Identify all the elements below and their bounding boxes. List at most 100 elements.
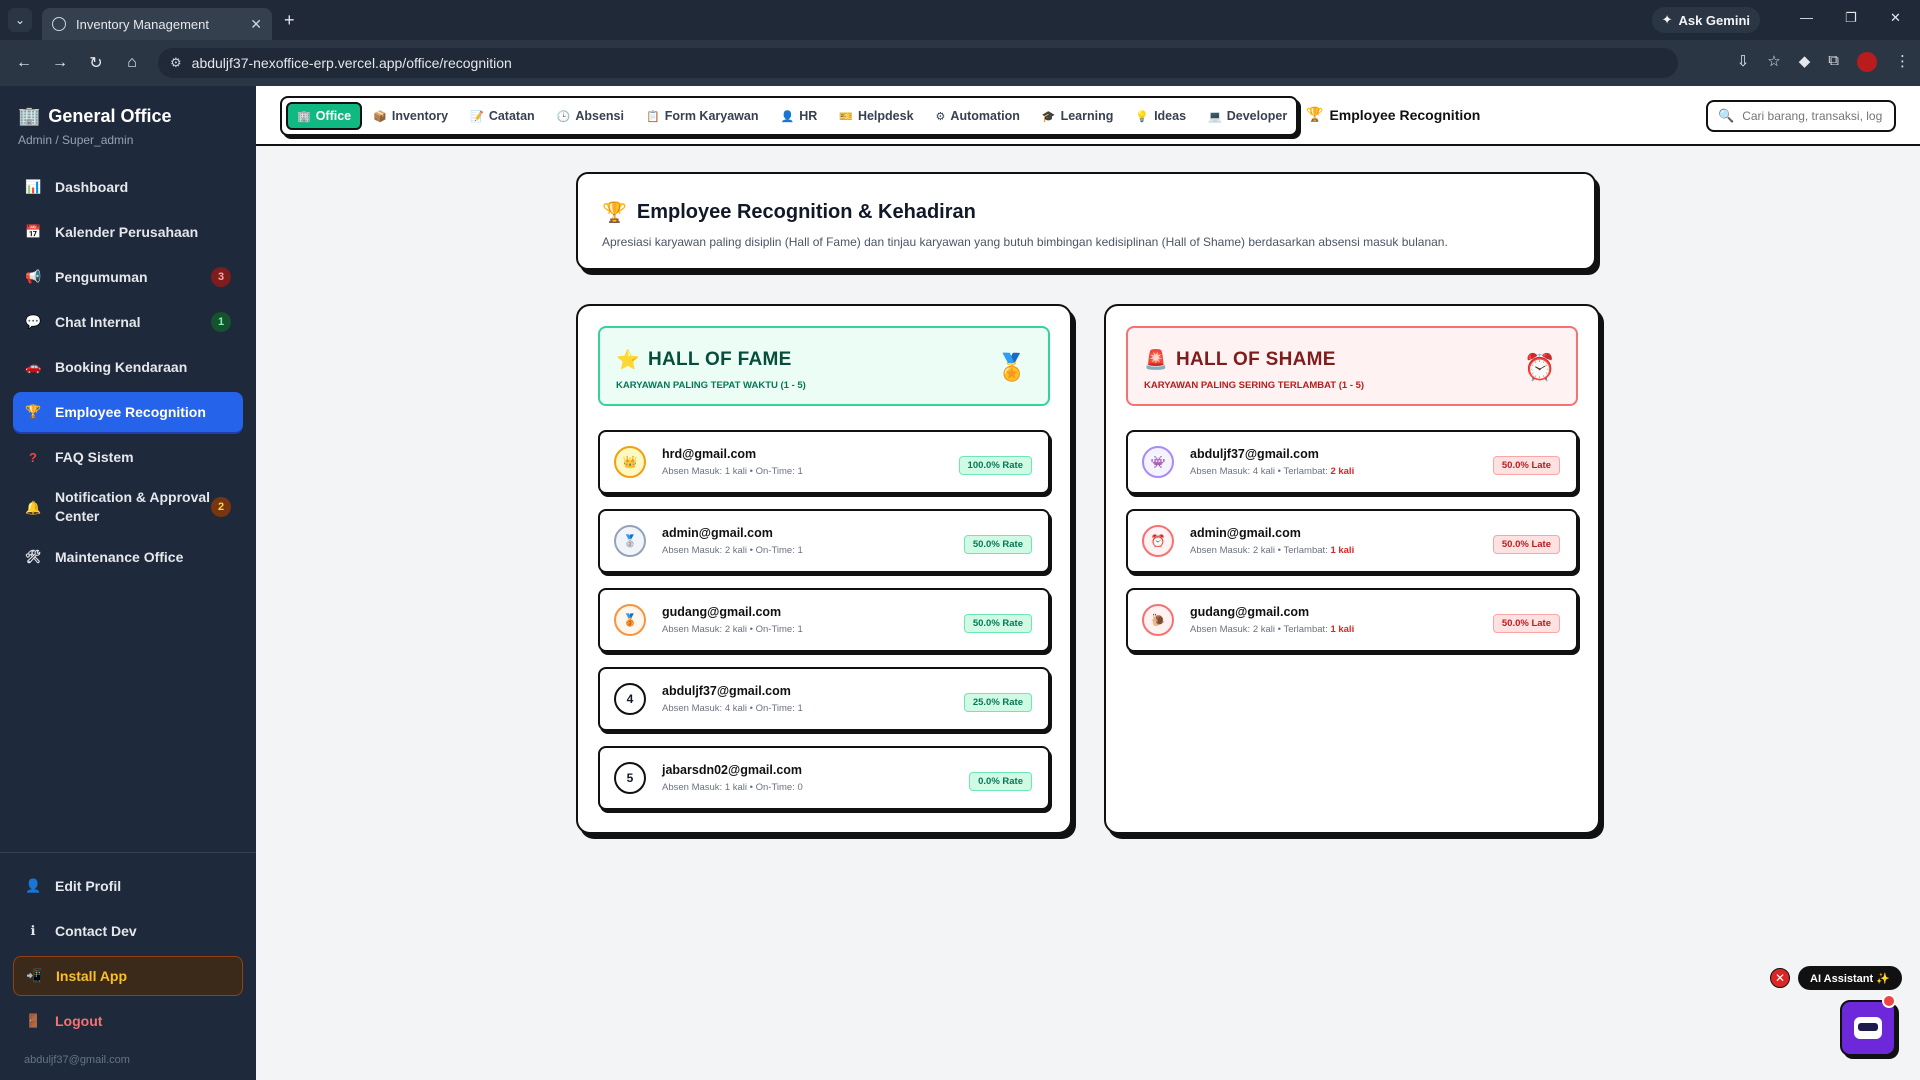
bookmark-star-icon[interactable]: ☆ <box>1767 52 1780 72</box>
ai-assistant-button[interactable] <box>1840 1000 1896 1056</box>
late-count: 1 kali <box>1330 545 1355 556</box>
sidebar-item-label: Pengumuman <box>55 269 148 285</box>
hall-of-fame-subtitle: KARYAWAN PALING TEPAT WAKTU (1 - 5) <box>616 380 806 391</box>
attendance-meta: Absen Masuk: 2 kali • On-Time: 1 <box>662 545 803 556</box>
install-app-button[interactable]: 📲 Install App <box>13 956 243 996</box>
employee-email: abduljf37@gmail.com <box>1190 447 1319 461</box>
sidebar-item-kalender[interactable]: 📅 Kalender Perusahaan <box>13 212 243 252</box>
list-item: 👑 hrd@gmail.com Absen Masuk: 1 kali • On-… <box>598 430 1050 494</box>
ai-assistant-label[interactable]: AI Assistant ✨ <box>1798 966 1902 990</box>
module-tab-hr[interactable]: 👤 HR <box>769 109 828 123</box>
tab-search-icon[interactable]: ⌄ <box>8 8 32 32</box>
alarm-clock-icon: ⏰ <box>1523 352 1556 382</box>
module-tab-developer[interactable]: 💻 Developer <box>1197 109 1298 123</box>
attendance-meta: Absen Masuk: 1 kali • On-Time: 1 <box>662 466 803 477</box>
page-header-card: 🏆 Employee Recognition & Kehadiran Apresi… <box>576 172 1596 270</box>
contact-dev-link[interactable]: ℹ Contact Dev <box>13 911 243 951</box>
sidebar-item-label: Notification & Approval Center <box>55 489 211 524</box>
close-tab-icon[interactable]: ✕ <box>250 16 262 33</box>
global-search[interactable]: 🔍 <box>1706 100 1896 132</box>
logout-label: Logout <box>55 1013 103 1029</box>
rate-badge: 25.0% Rate <box>963 693 1032 712</box>
new-tab-icon[interactable]: + <box>284 10 295 31</box>
clock-icon: 🕒 <box>556 110 571 123</box>
install-icon[interactable]: ⇩ <box>1737 52 1750 72</box>
minimize-icon[interactable]: — <box>1800 10 1813 25</box>
reload-icon[interactable]: ↻ <box>78 53 114 73</box>
module-label: Catatan <box>488 109 535 123</box>
silver-medal-icon: 🥈 <box>614 525 646 557</box>
home-icon[interactable]: ⌂ <box>114 54 150 72</box>
hall-of-fame-panel: ⭐ HALL OF FAME KARYAWAN PALING TEPAT WAKT… <box>576 304 1072 834</box>
code-icon: 💻 <box>1208 110 1222 123</box>
count-badge: 2 <box>211 497 231 517</box>
module-tab-learning[interactable]: 🎓 Learning <box>1031 109 1125 123</box>
forward-icon[interactable]: → <box>42 54 78 72</box>
extension-shield-icon[interactable]: ◆ <box>1799 52 1811 72</box>
globe-icon <box>52 17 66 31</box>
edit-profile-link[interactable]: 👤 Edit Profil <box>13 866 243 906</box>
sidebar-item-pengumuman[interactable]: 📢 Pengumuman 3 <box>13 257 243 297</box>
hall-of-shame-title: HALL OF SHAME <box>1175 349 1336 370</box>
hall-of-shame-header: 🚨 HALL OF SHAME KARYAWAN PALING SERING TE… <box>1126 326 1578 406</box>
contact-dev-label: Contact Dev <box>55 923 137 939</box>
gemini-icon: ✦ <box>1661 12 1673 27</box>
sidebar-item-faq[interactable]: ? FAQ Sistem <box>13 437 243 477</box>
robot-icon <box>1854 1017 1882 1039</box>
hall-of-fame-header: ⭐ HALL OF FAME KARYAWAN PALING TEPAT WAKT… <box>598 326 1050 406</box>
sidebar-item-chat[interactable]: 💬 Chat Internal 1 <box>13 302 243 342</box>
tab-title: Inventory Management <box>76 16 209 32</box>
close-assistant-icon[interactable]: ✕ <box>1770 968 1790 988</box>
gemini-label: Ask Gemini <box>1678 12 1750 28</box>
sidebar-item-recognition[interactable]: 🏆 Employee Recognition <box>13 392 243 432</box>
module-tab-helpdesk[interactable]: 🎫 Helpdesk <box>828 109 924 123</box>
attendance-meta: Absen Masuk: 1 kali • On-Time: 0 <box>662 782 803 793</box>
chat-icon: 💬 <box>25 314 42 329</box>
back-icon[interactable]: ← <box>6 54 42 72</box>
sidebar-item-notification[interactable]: 🔔 Notification & Approval Center 2 <box>13 482 243 532</box>
module-tab-office[interactable]: 🏢 Office <box>286 102 363 130</box>
module-tab-catatan[interactable]: 📝 Catatan <box>459 109 546 123</box>
employee-email: gudang@gmail.com <box>662 605 782 619</box>
employee-email: admin@gmail.com <box>662 526 773 540</box>
sidebar-item-booking[interactable]: 🚗 Booking Kendaraan <box>13 347 243 387</box>
restore-icon[interactable]: ❐ <box>1845 10 1857 26</box>
logout-button[interactable]: 🚪 Logout <box>13 1001 243 1041</box>
rank-number: 4 <box>614 683 646 715</box>
module-tab-form-karyawan[interactable]: 📋 Form Karyawan <box>635 109 769 123</box>
lightbulb-icon: 💡 <box>1135 110 1150 123</box>
module-tab-ideas[interactable]: 💡 Ideas <box>1124 109 1197 123</box>
employee-email: gudang@gmail.com <box>1190 605 1310 619</box>
graduation-cap-icon: 🎓 <box>1041 110 1056 123</box>
browser-tab[interactable]: Inventory Management ✕ <box>42 8 272 40</box>
page-title: Employee Recognition & Kehadiran <box>636 201 976 223</box>
url-field[interactable]: ⚙ abduljf37-nexoffice-erp.vercel.app/off… <box>158 48 1678 78</box>
profile-avatar[interactable] <box>1857 52 1877 72</box>
sidebar-item-dashboard[interactable]: 📊 Dashboard <box>13 167 243 207</box>
sidebar-item-maintenance[interactable]: 🛠 Maintenance Office <box>13 537 243 577</box>
search-input[interactable] <box>1742 109 1883 123</box>
ask-gemini-button[interactable]: ✦ Ask Gemini <box>1651 7 1760 33</box>
list-item: 🥈 admin@gmail.com Absen Masuk: 2 kali • O… <box>598 509 1050 573</box>
tools-icon: 🛠 <box>25 549 42 564</box>
late-count: 2 kali <box>1330 466 1355 477</box>
gear-icon: ⚙ <box>935 110 946 123</box>
late-badge: 50.0% Late <box>1492 535 1560 554</box>
late-badge: 50.0% Late <box>1492 456 1560 475</box>
current-user-email: abduljf37@gmail.com <box>24 1054 130 1066</box>
page-breadcrumb: 🏆 Employee Recognition <box>1306 106 1480 123</box>
module-label: Absensi <box>575 109 624 123</box>
module-tab-absensi[interactable]: 🕒 Absensi <box>546 109 635 123</box>
sidebar: 🏢 General Office Admin / Super_admin 📊 Das… <box>0 86 256 1080</box>
site-info-icon[interactable]: ⚙ <box>170 55 182 71</box>
module-tab-automation[interactable]: ⚙ Automation <box>925 109 1031 123</box>
late-count: 1 kali <box>1330 624 1355 635</box>
module-tab-inventory[interactable]: 📦 Inventory <box>362 109 459 123</box>
menu-kebab-icon[interactable]: ⋮ <box>1895 52 1910 72</box>
chart-icon: 📊 <box>25 179 42 194</box>
extensions-icon[interactable]: ⧉ <box>1828 52 1839 72</box>
close-window-icon[interactable]: ✕ <box>1890 10 1901 26</box>
rate-badge: 50.0% Rate <box>963 535 1032 554</box>
meta-text: Absen Masuk: 4 kali • Terlambat: <box>1190 466 1328 477</box>
trophy-icon: 🏆 <box>25 404 42 419</box>
